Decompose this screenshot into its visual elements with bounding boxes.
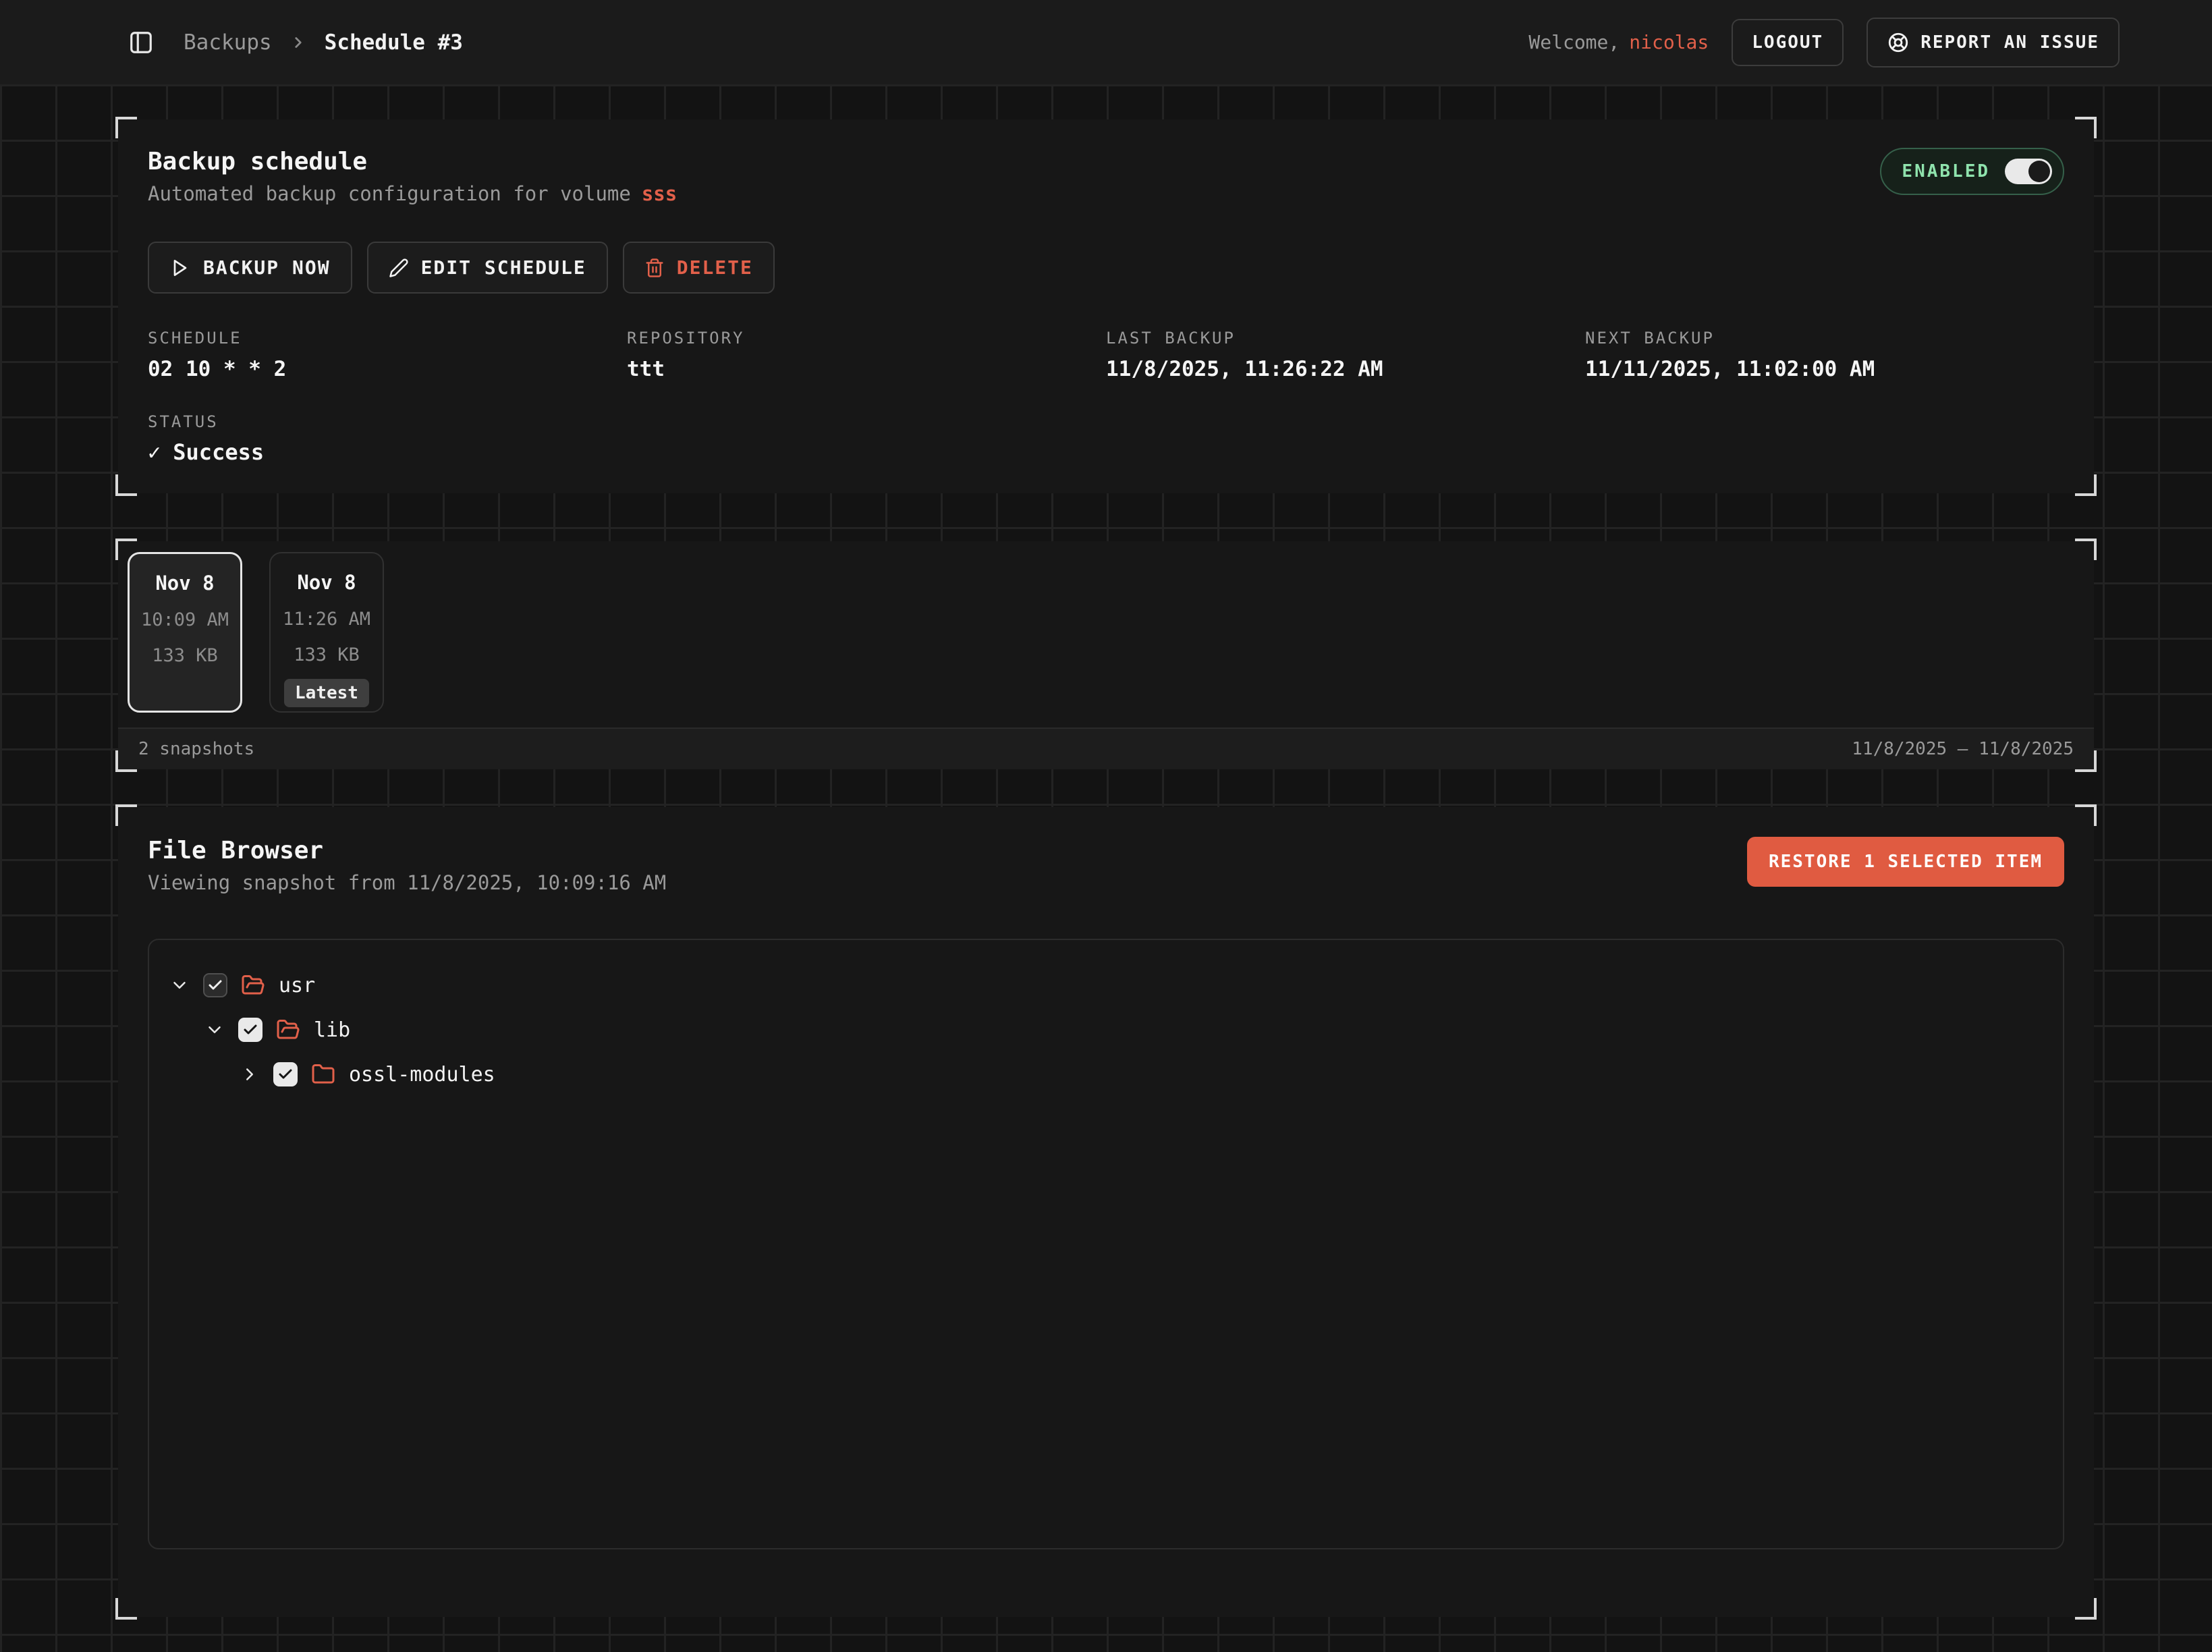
restore-selected-button[interactable]: RESTORE 1 SELECTED ITEM [1747, 837, 2064, 887]
main-content: Backup schedule Automated backup configu… [0, 84, 2212, 1617]
backup-schedule-panel: Backup schedule Automated backup configu… [118, 119, 2094, 493]
sidebar-toggle-button[interactable] [128, 30, 154, 55]
snapshots-panel: Nov 8 10:09 AM 133 KB Nov 8 11:26 AM 133… [118, 541, 2094, 769]
checkbox-ossl-modules[interactable] [273, 1062, 298, 1086]
corner-bracket [2075, 750, 2097, 772]
snapshot-card-latest[interactable]: Nov 8 11:26 AM 133 KB Latest [269, 552, 384, 713]
breadcrumb-current-page: Schedule #3 [325, 30, 463, 55]
corner-bracket [115, 1598, 137, 1620]
folder-open-icon [276, 1018, 300, 1042]
field-label: REPOSITORY [627, 329, 1106, 348]
toggle-switch[interactable] [2005, 159, 2052, 184]
tree-label: usr [279, 974, 315, 997]
pencil-icon [389, 258, 409, 278]
file-tree: usr lib [148, 939, 2064, 1549]
field-label: NEXT BACKUP [1585, 329, 2064, 348]
snapshots-footer: 2 snapshots 11/8/2025 – 11/8/2025 [118, 727, 2094, 769]
snapshot-date-range: 11/8/2025 – 11/8/2025 [1852, 739, 2074, 759]
field-repository: REPOSITORY ttt [627, 329, 1106, 381]
edit-schedule-button[interactable]: EDIT SCHEDULE [367, 242, 608, 294]
welcome-text: Welcome, nicolas [1528, 31, 1709, 53]
tree-row-ossl-modules[interactable]: ossl-modules [169, 1052, 2043, 1097]
snapshot-size: 133 KB [294, 644, 360, 665]
breadcrumb: Backups Schedule #3 [184, 30, 463, 55]
file-browser-subtitle: Viewing snapshot from 11/8/2025, 10:09:1… [148, 871, 666, 894]
field-label: LAST BACKUP [1106, 329, 1585, 348]
corner-bracket [2075, 117, 2097, 138]
backup-now-label: BACKUP NOW [203, 256, 331, 279]
play-icon [169, 257, 191, 279]
logout-label: LOGOUT [1752, 32, 1823, 53]
lifebuoy-icon [1887, 31, 1910, 54]
snapshot-date: Nov 8 [155, 572, 214, 595]
edit-schedule-label: EDIT SCHEDULE [421, 256, 586, 279]
corner-bracket [115, 804, 137, 826]
volume-name: sss [642, 182, 677, 205]
snapshot-count: 2 snapshots [138, 739, 254, 759]
snapshot-card-list: Nov 8 10:09 AM 133 KB Nov 8 11:26 AM 133… [118, 541, 2094, 723]
snapshot-time: 11:26 AM [283, 609, 370, 630]
panel-left-icon [128, 30, 154, 55]
toggle-knob [2028, 161, 2050, 182]
snapshot-date: Nov 8 [297, 571, 356, 594]
status-label: STATUS [148, 412, 2064, 431]
chevron-right-icon[interactable] [240, 1064, 260, 1084]
chevron-down-icon[interactable] [169, 975, 190, 995]
corner-bracket [115, 117, 137, 138]
tree-row-usr[interactable]: usr [169, 963, 2043, 1008]
schedule-panel-title: Backup schedule [148, 148, 677, 175]
field-value: 11/8/2025, 11:26:22 AM [1106, 357, 1585, 381]
field-label: SCHEDULE [148, 329, 627, 348]
corner-bracket [2075, 1598, 2097, 1620]
welcome-prefix: Welcome, [1528, 31, 1620, 53]
folder-open-icon [241, 973, 265, 997]
schedule-panel-subtitle: Automated backup configuration for volum… [148, 182, 677, 205]
file-browser-panel: File Browser Viewing snapshot from 11/8/… [118, 807, 2094, 1617]
breadcrumb-backups[interactable]: Backups [184, 30, 272, 55]
enabled-label: ENABLED [1902, 161, 1990, 182]
delete-label: DELETE [677, 256, 753, 279]
field-value: ttt [627, 357, 1106, 381]
snapshot-card-selected[interactable]: Nov 8 10:09 AM 133 KB [128, 552, 242, 713]
tree-row-lib[interactable]: lib [169, 1008, 2043, 1052]
folder-icon [311, 1062, 335, 1086]
snapshot-size: 133 KB [152, 645, 218, 666]
field-value: 11/11/2025, 11:02:00 AM [1585, 357, 2064, 381]
file-browser-title: File Browser [148, 837, 666, 864]
corner-bracket [2075, 539, 2097, 560]
latest-badge: Latest [284, 679, 369, 707]
field-schedule: SCHEDULE 02 10 * * 2 [148, 329, 627, 381]
corner-bracket [2075, 804, 2097, 826]
snapshot-time: 10:09 AM [141, 609, 229, 630]
status-block: STATUS ✓ Success [148, 412, 2064, 465]
corner-bracket [115, 750, 137, 772]
corner-bracket [115, 474, 137, 496]
status-value: Success [173, 439, 264, 465]
logout-button[interactable]: LOGOUT [1732, 19, 1844, 66]
chevron-right-icon [289, 34, 307, 51]
field-value: 02 10 * * 2 [148, 357, 627, 381]
schedule-fields: SCHEDULE 02 10 * * 2 REPOSITORY ttt LAST… [148, 329, 2064, 381]
checkbox-usr[interactable] [203, 973, 227, 997]
username: nicolas [1629, 31, 1709, 53]
tree-label: ossl-modules [349, 1063, 495, 1086]
tree-label: lib [314, 1018, 350, 1042]
field-last-backup: LAST BACKUP 11/8/2025, 11:26:22 AM [1106, 329, 1585, 381]
check-icon: ✓ [148, 439, 161, 465]
corner-bracket [2075, 474, 2097, 496]
enabled-toggle[interactable]: ENABLED [1880, 148, 2064, 195]
checkbox-lib[interactable] [238, 1018, 262, 1042]
subtitle-prefix: Automated backup configuration for volum… [148, 182, 631, 205]
chevron-down-icon[interactable] [204, 1020, 225, 1040]
trash-icon [644, 258, 665, 278]
topbar: Backups Schedule #3 Welcome, nicolas LOGO… [0, 0, 2212, 84]
corner-bracket [115, 539, 137, 560]
delete-button[interactable]: DELETE [623, 242, 775, 294]
field-next-backup: NEXT BACKUP 11/11/2025, 11:02:00 AM [1585, 329, 2064, 381]
backup-now-button[interactable]: BACKUP NOW [148, 242, 352, 294]
report-issue-button[interactable]: REPORT AN ISSUE [1867, 18, 2120, 67]
report-issue-label: REPORT AN ISSUE [1920, 32, 2099, 53]
